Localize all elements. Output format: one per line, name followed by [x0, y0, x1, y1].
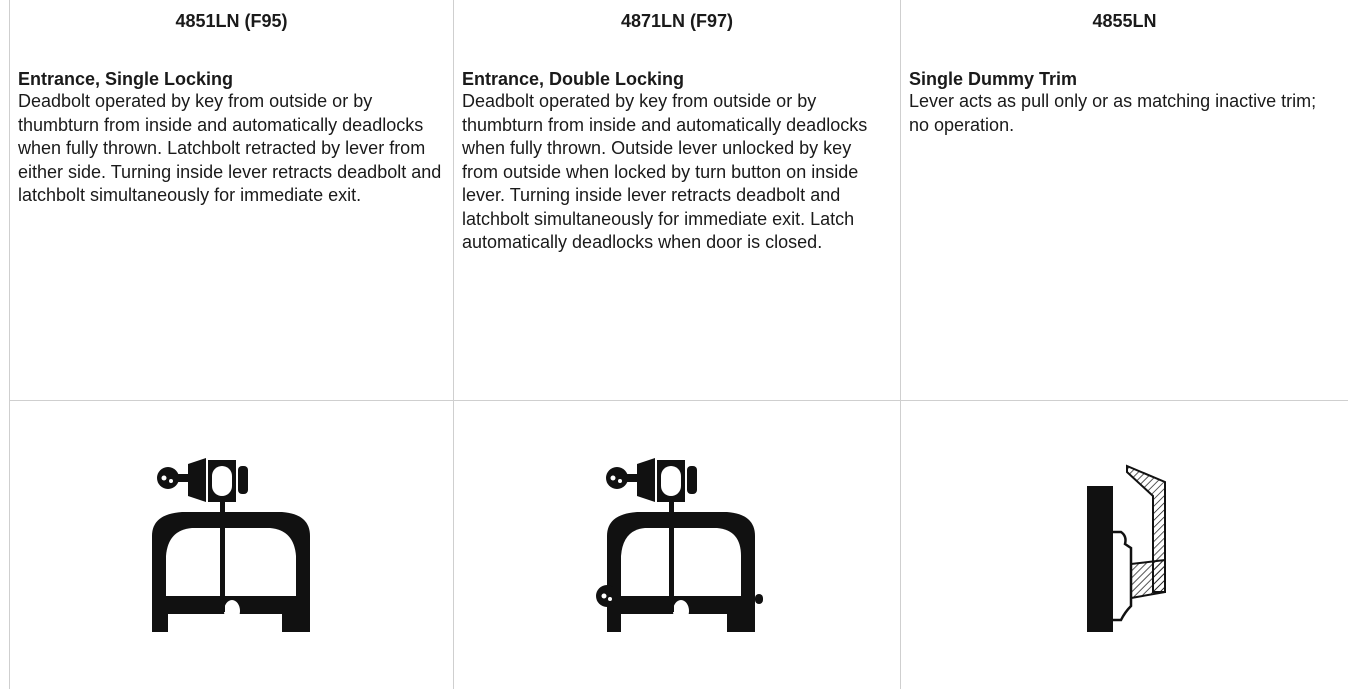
function-column-1: 4851LN (F95) Entrance, Single Locking De… [10, 0, 453, 208]
function-description: Lever acts as pull only or as matching i… [909, 91, 1317, 135]
figure-cell-3 [901, 400, 1348, 689]
model-number: 4855LN [1092, 11, 1157, 31]
function-description: Deadbolt operated by key from outside or… [462, 91, 868, 252]
model-number: 4851LN (F95) [175, 11, 288, 31]
single-dummy-trim-icon [1086, 464, 1166, 632]
function-title: Entrance, Double Locking [462, 69, 685, 89]
model-number: 4871LN (F97) [620, 11, 734, 31]
function-title: Entrance, Single Locking [18, 69, 234, 89]
figure-cell-2 [454, 400, 900, 689]
function-column-3: 4855LN Single Dummy Trim Lever acts as p… [901, 0, 1348, 137]
function-title: Single Dummy Trim [909, 69, 1078, 89]
function-column-2: 4871LN (F97) Entrance, Double Locking De… [454, 0, 900, 255]
figure-cell-1 [10, 400, 453, 689]
entrance-single-locking-lever-icon [151, 458, 310, 632]
entrance-double-locking-lever-icon [596, 458, 763, 632]
function-table: 4851LN (F95) Entrance, Single Locking De… [9, 0, 1348, 689]
function-description: Deadbolt operated by key from outside or… [18, 91, 442, 205]
